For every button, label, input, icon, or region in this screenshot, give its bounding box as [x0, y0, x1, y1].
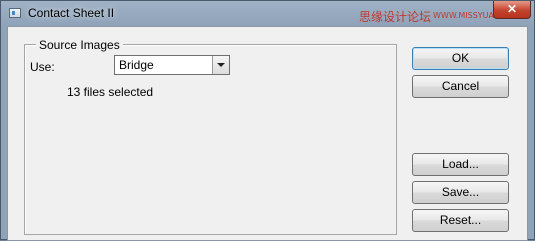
contact-sheet-dialog: Contact Sheet II 思缘设计论坛 WWW.MISSYUAN.COM…	[0, 0, 535, 241]
save-button[interactable]: Save...	[412, 181, 509, 204]
app-window-icon	[9, 8, 21, 18]
use-dropdown[interactable]: Bridge	[114, 55, 230, 75]
source-images-legend: Source Images	[36, 38, 123, 52]
chevron-down-icon[interactable]	[212, 56, 229, 74]
close-icon: ✕	[506, 2, 518, 16]
cancel-button[interactable]: Cancel	[412, 75, 509, 98]
use-label: Use:	[30, 60, 55, 74]
close-button[interactable]: ✕	[493, 1, 531, 19]
reset-button[interactable]: Reset...	[412, 209, 509, 232]
ok-button[interactable]: OK	[412, 47, 509, 70]
load-button[interactable]: Load...	[412, 153, 509, 176]
files-selected-count: 13 files selected	[67, 85, 154, 99]
dialog-content: Source Images Use: Bridge 13 files selec…	[7, 26, 528, 241]
window-title: Contact Sheet II	[28, 6, 115, 20]
title-bar[interactable]: Contact Sheet II 思缘设计论坛 WWW.MISSYUAN.COM…	[1, 1, 534, 26]
use-dropdown-value: Bridge	[119, 58, 154, 72]
watermark-logo-text: 思缘设计论坛	[359, 10, 432, 24]
